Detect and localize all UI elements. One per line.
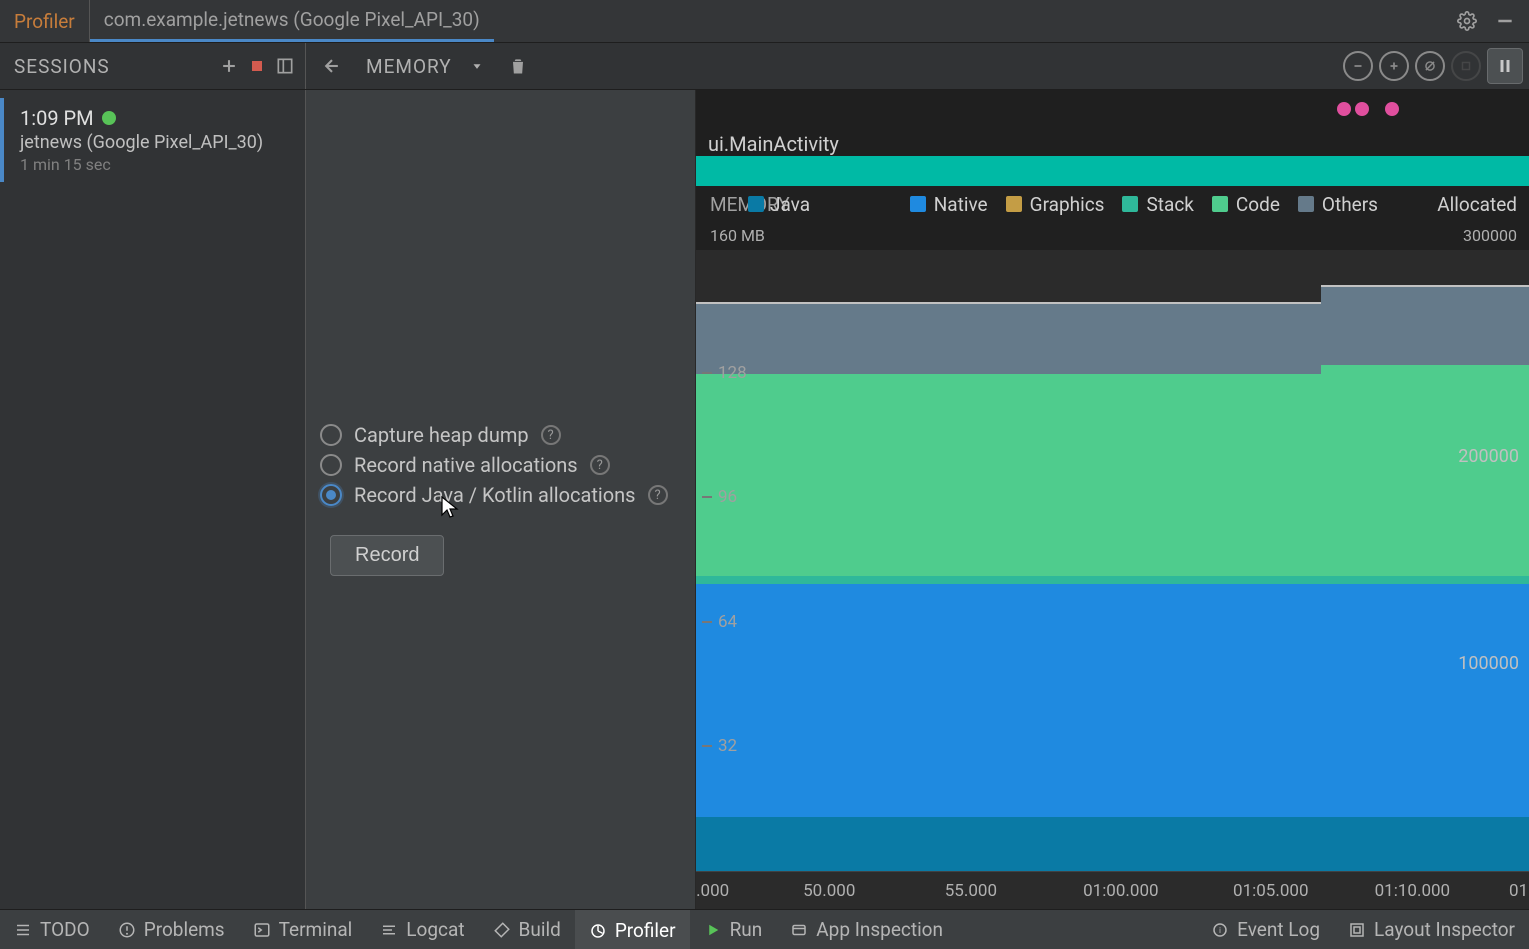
radio-heap-dump[interactable]: Capture heap dump ? xyxy=(320,423,681,447)
session-item[interactable]: 1:09 PM jetnews (Google Pixel_API_30) 1 … xyxy=(0,98,305,182)
memory-chart-panel: ui.MainActivity MEMORY Java Native Graph… xyxy=(696,90,1529,909)
bottom-tool-bar: TODO Problems Terminal Logcat Build Prof… xyxy=(0,909,1529,949)
tab-build[interactable]: Build xyxy=(479,910,575,949)
chart-axis-top: 160 MB 300000 xyxy=(696,222,1529,250)
dropdown-label: MEMORY xyxy=(366,55,452,78)
radio-native-allocations[interactable]: Record native allocations ? xyxy=(320,453,681,477)
tab-terminal[interactable]: Terminal xyxy=(239,910,367,949)
help-icon[interactable]: ? xyxy=(541,425,561,445)
legend-stack: Stack xyxy=(1122,193,1193,216)
y-tick-32: 32 xyxy=(718,736,737,756)
event-strip[interactable] xyxy=(696,90,1529,130)
legend-others: Others xyxy=(1298,193,1378,216)
time-tick: 01:05.000 xyxy=(1233,881,1308,901)
chart-legend: MEMORY Java Native Graphics Stack Code O… xyxy=(696,186,1529,222)
sessions-panel: 1:09 PM jetnews (Google Pixel_API_30) 1 … xyxy=(0,90,306,909)
tab-bar: Profiler com.example.jetnews (Google Pix… xyxy=(0,0,1529,42)
area-others-bump xyxy=(1321,287,1529,365)
activity-label: ui.MainActivity xyxy=(708,132,839,156)
stop-session-button[interactable] xyxy=(243,52,271,80)
allocated-line-bump xyxy=(1321,285,1529,287)
help-icon[interactable]: ? xyxy=(648,485,668,505)
activity-strip-bg: ui.MainActivity xyxy=(696,130,1529,156)
tab-logcat[interactable]: Logcat xyxy=(366,910,478,949)
svg-text:i: i xyxy=(1219,926,1221,936)
radio-label: Record native allocations xyxy=(354,453,578,477)
help-icon[interactable]: ? xyxy=(590,455,610,475)
radio-icon xyxy=(320,454,342,476)
recording-options-panel: Capture heap dump ? Record native alloca… xyxy=(306,90,696,909)
area-code-bump xyxy=(1321,365,1529,374)
left-axis-max: 160 MB xyxy=(710,226,765,250)
legend-allocated: Allocated xyxy=(1437,193,1529,216)
y-tick-96: 96 xyxy=(718,487,737,507)
activity-bar[interactable] xyxy=(696,156,1529,186)
profiler-toolbar: SESSIONS MEMORY xyxy=(0,42,1529,90)
session-duration: 1 min 15 sec xyxy=(20,155,289,174)
delete-button[interactable] xyxy=(504,52,532,80)
y-tick-128: 128 xyxy=(718,363,747,383)
session-time: 1:09 PM xyxy=(20,106,94,130)
tab-profiler[interactable]: Profiler xyxy=(575,910,690,949)
event-dot-icon xyxy=(1355,102,1369,116)
reset-zoom-button[interactable] xyxy=(1415,51,1445,81)
time-tick: 55.000 xyxy=(945,881,997,901)
java-swatch-icon xyxy=(748,196,764,212)
tab-layout-inspector[interactable]: Layout Inspector xyxy=(1334,918,1529,941)
time-tick: 01: xyxy=(1509,881,1529,901)
radio-java-kotlin-allocations[interactable]: Record Java / Kotlin allocations ? xyxy=(320,483,681,507)
recording-radio-group: Capture heap dump ? Record native alloca… xyxy=(320,423,681,507)
minimize-icon[interactable] xyxy=(1491,7,1519,35)
time-tick: 01:00.000 xyxy=(1083,881,1158,901)
area-code xyxy=(696,374,1529,576)
zoom-in-button[interactable] xyxy=(1379,51,1409,81)
profiler-type-dropdown[interactable]: MEMORY xyxy=(356,51,494,82)
back-button[interactable] xyxy=(318,52,346,80)
memory-stacked-area-chart[interactable]: 128 96 64 32 200000 100000 xyxy=(696,250,1529,871)
event-dot-icon xyxy=(1337,102,1351,116)
allocated-line xyxy=(696,302,1321,304)
radio-label: Capture heap dump xyxy=(354,423,529,447)
profiler-session-tab[interactable]: com.example.jetnews (Google Pixel_API_30… xyxy=(90,0,494,42)
time-tick: .000 xyxy=(696,881,729,901)
chevron-down-icon xyxy=(470,59,484,73)
session-name: jetnews (Google Pixel_API_30) xyxy=(20,132,289,153)
radio-label: Record Java / Kotlin allocations xyxy=(354,483,636,507)
tab-todo[interactable]: TODO xyxy=(0,910,104,949)
radio-icon xyxy=(320,484,342,506)
legend-native: Native xyxy=(910,193,988,216)
radio-icon xyxy=(320,424,342,446)
area-native xyxy=(696,584,1529,817)
area-java xyxy=(696,817,1529,871)
right-axis-max: 300000 xyxy=(1463,226,1517,250)
right-tick-100000: 100000 xyxy=(1458,653,1519,674)
sessions-heading: SESSIONS xyxy=(0,55,110,78)
record-button[interactable]: Record xyxy=(330,535,444,576)
time-axis: .000 50.000 55.000 01:00.000 01:05.000 0… xyxy=(696,871,1529,909)
gear-icon[interactable] xyxy=(1453,7,1481,35)
right-tick-200000: 200000 xyxy=(1458,446,1519,467)
session-running-icon xyxy=(102,111,116,125)
time-tick: 50.000 xyxy=(803,881,855,901)
profiler-tool-label[interactable]: Profiler xyxy=(0,0,90,42)
expand-sessions-button[interactable] xyxy=(271,52,299,80)
zoom-selection-button[interactable] xyxy=(1451,51,1481,81)
y-tick-64: 64 xyxy=(718,612,737,632)
add-session-button[interactable] xyxy=(215,52,243,80)
zoom-out-button[interactable] xyxy=(1343,51,1373,81)
pause-live-button[interactable] xyxy=(1487,48,1523,84)
tab-event-log[interactable]: i Event Log xyxy=(1197,918,1334,941)
area-stack xyxy=(696,576,1529,584)
tab-app-inspection[interactable]: App Inspection xyxy=(776,910,957,949)
legend-java: Java xyxy=(770,193,810,216)
legend-code: Code xyxy=(1212,193,1280,216)
tab-run[interactable]: Run xyxy=(690,910,777,949)
tab-problems[interactable]: Problems xyxy=(104,910,239,949)
legend-graphics: Graphics xyxy=(1006,193,1105,216)
event-dot-icon xyxy=(1385,102,1399,116)
time-tick: 01:10.000 xyxy=(1375,881,1450,901)
